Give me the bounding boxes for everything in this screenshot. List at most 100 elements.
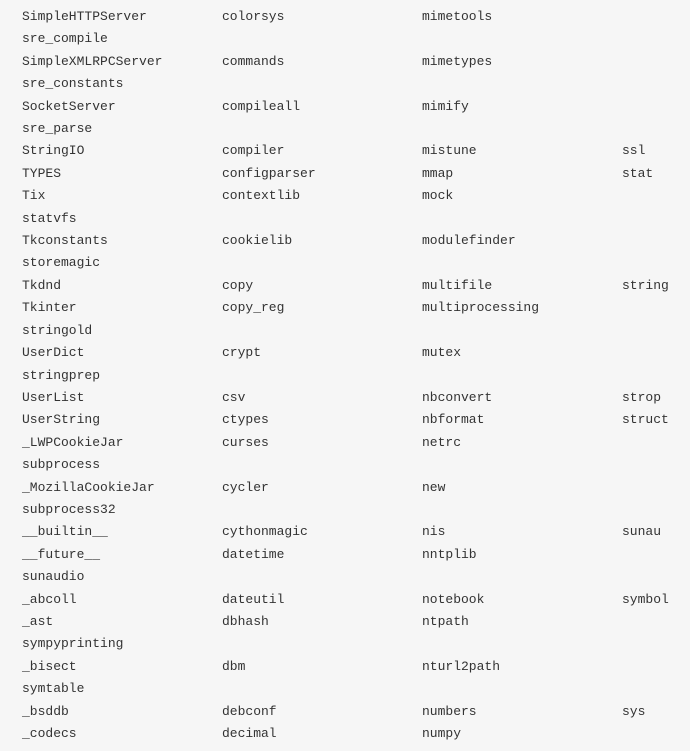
module-row: stringprep — [22, 365, 690, 387]
module-row: _bisectdbmnturl2path — [22, 656, 690, 678]
module-name: Tix — [22, 185, 222, 207]
module-name: mimify — [422, 96, 622, 118]
module-row: symtable — [22, 678, 690, 700]
module-name: SimpleXMLRPCServer — [22, 51, 222, 73]
module-name: sunau — [622, 521, 661, 543]
module-name: sys — [622, 701, 645, 723]
module-list: SimpleHTTPServercolorsysmimetoolssre_com… — [22, 6, 690, 745]
module-name: ssl — [622, 140, 645, 162]
module-row: Tkintercopy_regmultiprocessing — [22, 297, 690, 319]
module-name: commands — [222, 51, 422, 73]
module-name: subprocess — [22, 454, 222, 476]
module-name: contextlib — [222, 185, 422, 207]
module-name: new — [422, 477, 622, 499]
module-name: _abcoll — [22, 589, 222, 611]
module-name: _LWPCookieJar — [22, 432, 222, 454]
module-row: UserDictcryptmutex — [22, 342, 690, 364]
module-name: SimpleHTTPServer — [22, 6, 222, 28]
module-row: Tkconstantscookielibmodulefinder — [22, 230, 690, 252]
module-name: cythonmagic — [222, 521, 422, 543]
module-name: statvfs — [22, 208, 222, 230]
module-row: subprocess32 — [22, 499, 690, 521]
module-name: decimal — [222, 723, 422, 745]
module-name: _MozillaCookieJar — [22, 477, 222, 499]
module-name: sunaudio — [22, 566, 222, 588]
module-row: _astdbhashntpath — [22, 611, 690, 633]
module-row: subprocess — [22, 454, 690, 476]
module-name: cookielib — [222, 230, 422, 252]
module-name: curses — [222, 432, 422, 454]
module-name: compiler — [222, 140, 422, 162]
module-name: dateutil — [222, 589, 422, 611]
module-name: sympyprinting — [22, 633, 222, 655]
module-name: modulefinder — [422, 230, 622, 252]
module-row: statvfs — [22, 208, 690, 230]
module-name: UserDict — [22, 342, 222, 364]
module-row: Tkdndcopymultifilestring — [22, 275, 690, 297]
module-name: __builtin__ — [22, 521, 222, 543]
module-name: ntpath — [422, 611, 622, 633]
module-row: SimpleXMLRPCServercommandsmimetypes — [22, 51, 690, 73]
module-name: configparser — [222, 163, 422, 185]
module-name: compileall — [222, 96, 422, 118]
module-name: Tkconstants — [22, 230, 222, 252]
module-name: __future__ — [22, 544, 222, 566]
module-name: nbconvert — [422, 387, 622, 409]
module-name: copy — [222, 275, 422, 297]
module-row: _codecsdecimalnumpy — [22, 723, 690, 745]
module-name: UserString — [22, 409, 222, 431]
module-row: UserListcsvnbconvertstrop — [22, 387, 690, 409]
module-row: SocketServercompileallmimify — [22, 96, 690, 118]
module-name: StringIO — [22, 140, 222, 162]
module-name: multifile — [422, 275, 622, 297]
module-name: UserList — [22, 387, 222, 409]
module-name: sre_compile — [22, 28, 222, 50]
module-name: debconf — [222, 701, 422, 723]
module-name: stringold — [22, 320, 222, 342]
module-name: nis — [422, 521, 622, 543]
module-name: nbformat — [422, 409, 622, 431]
module-row: TYPESconfigparsermmapstat — [22, 163, 690, 185]
module-row: StringIOcompilermistunessl — [22, 140, 690, 162]
module-row: sre_parse — [22, 118, 690, 140]
module-row: sunaudio — [22, 566, 690, 588]
module-name: _bsddb — [22, 701, 222, 723]
module-name: strop — [622, 387, 661, 409]
module-name: ctypes — [222, 409, 422, 431]
module-row: storemagic — [22, 252, 690, 274]
module-name: mutex — [422, 342, 622, 364]
module-name: symbol — [622, 589, 669, 611]
module-name: notebook — [422, 589, 622, 611]
module-name: struct — [622, 409, 669, 431]
module-row: __future__datetimenntplib — [22, 544, 690, 566]
module-name: mimetypes — [422, 51, 622, 73]
module-name: nturl2path — [422, 656, 622, 678]
module-row: sympyprinting — [22, 633, 690, 655]
module-name: mock — [422, 185, 622, 207]
module-name: _codecs — [22, 723, 222, 745]
module-row: UserStringctypesnbformatstruct — [22, 409, 690, 431]
module-name: symtable — [22, 678, 222, 700]
module-name: multiprocessing — [422, 297, 622, 319]
module-name: stringprep — [22, 365, 222, 387]
module-row: _LWPCookieJarcursesnetrc — [22, 432, 690, 454]
module-name: storemagic — [22, 252, 222, 274]
module-name: _ast — [22, 611, 222, 633]
module-row: sre_constants — [22, 73, 690, 95]
module-row: __builtin__cythonmagicnissunau — [22, 521, 690, 543]
module-row: sre_compile — [22, 28, 690, 50]
module-name: cycler — [222, 477, 422, 499]
module-name: crypt — [222, 342, 422, 364]
module-name: numpy — [422, 723, 622, 745]
module-name: csv — [222, 387, 422, 409]
module-name: datetime — [222, 544, 422, 566]
module-row: Tixcontextlibmock — [22, 185, 690, 207]
module-name: mimetools — [422, 6, 622, 28]
module-row: SimpleHTTPServercolorsysmimetools — [22, 6, 690, 28]
module-name: subprocess32 — [22, 499, 222, 521]
module-name: colorsys — [222, 6, 422, 28]
module-name: Tkinter — [22, 297, 222, 319]
module-name: Tkdnd — [22, 275, 222, 297]
module-name: sre_constants — [22, 73, 222, 95]
module-name: nntplib — [422, 544, 622, 566]
